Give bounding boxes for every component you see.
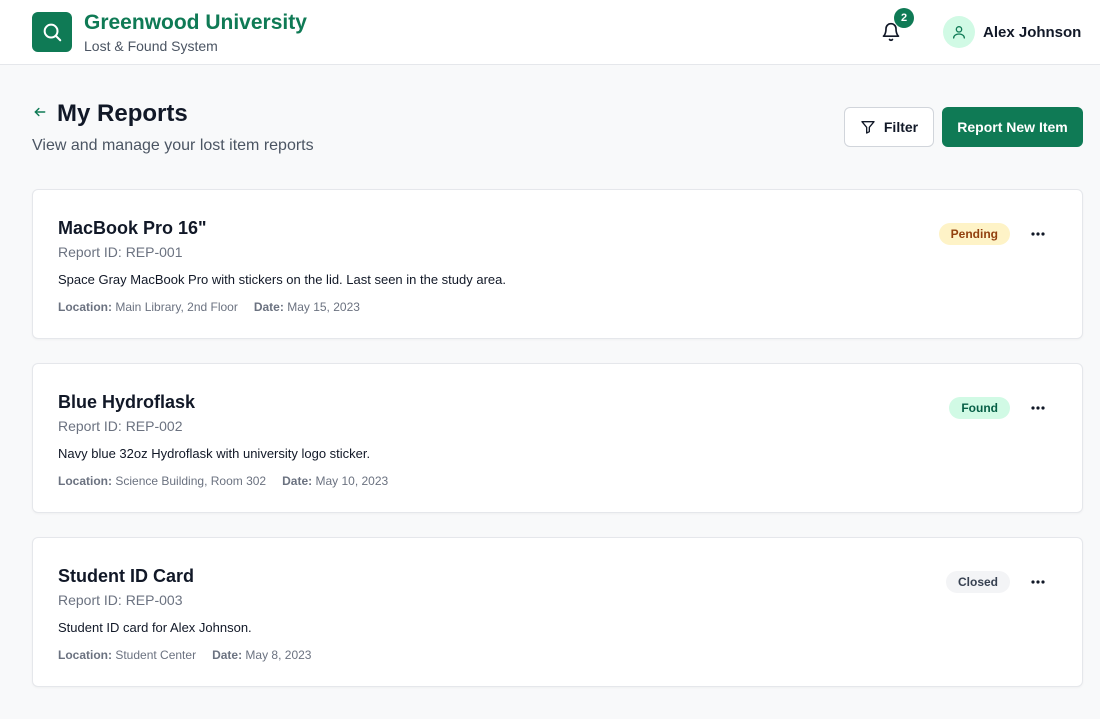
back-button[interactable] <box>32 104 48 120</box>
report-description: Space Gray MacBook Pro with stickers on … <box>58 272 506 287</box>
date-label: Date: <box>282 474 313 488</box>
app-header: Greenwood University Lost & Found System… <box>0 0 1100 65</box>
search-icon <box>43 23 62 42</box>
location-value: Student Center <box>115 648 197 662</box>
report-location: Location: Main Library, 2nd Floor <box>58 300 238 314</box>
user-icon <box>953 26 965 39</box>
report-date: Date: May 8, 2023 <box>212 648 311 662</box>
report-meta: Location: Student Center Date: May 8, 20… <box>58 648 311 662</box>
notification-count-badge: 2 <box>894 8 914 28</box>
report-description: Student ID card for Alex Johnson. <box>58 620 252 635</box>
report-card[interactable]: Student ID Card Report ID: REP-003 Stude… <box>32 537 1083 687</box>
more-options-button[interactable] <box>1030 400 1046 416</box>
report-id: Report ID: REP-003 <box>58 592 183 608</box>
status-badge: Pending <box>938 223 1010 245</box>
status-badge: Closed <box>945 571 1010 593</box>
report-description: Navy blue 32oz Hydroflask with universit… <box>58 446 371 461</box>
location-value: Main Library, 2nd Floor <box>115 300 238 314</box>
date-value: May 10, 2023 <box>315 474 389 488</box>
location-label: Location: <box>58 648 112 662</box>
report-id: Report ID: REP-002 <box>58 418 183 434</box>
report-meta: Location: Science Building, Room 302 Dat… <box>58 474 388 488</box>
location-value: Science Building, Room 302 <box>115 474 267 488</box>
report-title: Student ID Card <box>58 566 195 586</box>
report-new-item-button[interactable]: Report New Item <box>942 107 1083 147</box>
more-options-button[interactable] <box>1030 226 1046 242</box>
page-title: My Reports <box>57 100 188 127</box>
more-horizontal-icon <box>1031 406 1045 410</box>
report-card[interactable]: MacBook Pro 16" Report ID: REP-001 Space… <box>32 189 1083 339</box>
location-label: Location: <box>58 474 112 488</box>
report-date: Date: May 15, 2023 <box>254 300 360 314</box>
more-options-button[interactable] <box>1030 574 1046 590</box>
date-value: May 8, 2023 <box>245 648 312 662</box>
report-title: Blue Hydroflask <box>58 392 196 412</box>
more-horizontal-icon <box>1031 232 1045 236</box>
user-name[interactable]: Alex Johnson <box>983 24 1081 41</box>
date-value: May 15, 2023 <box>287 300 360 314</box>
date-label: Date: <box>212 648 243 662</box>
date-label: Date: <box>253 300 284 314</box>
status-badge: Found <box>949 397 1010 419</box>
report-card[interactable]: Blue Hydroflask Report ID: REP-002 Navy … <box>32 363 1083 513</box>
avatar[interactable] <box>943 16 975 48</box>
filter-button-label: Filter <box>883 119 919 135</box>
page-subtitle: View and manage your lost item reports <box>32 137 314 154</box>
more-horizontal-icon <box>1031 580 1045 584</box>
report-id: Report ID: REP-001 <box>58 244 183 260</box>
report-title: MacBook Pro 16" <box>58 218 207 238</box>
brand-subtitle: Lost & Found System <box>84 38 218 54</box>
report-location: Location: Student Center <box>58 648 196 662</box>
report-date: Date: May 10, 2023 <box>282 474 388 488</box>
brand-title: Greenwood University <box>84 11 307 34</box>
filter-icon <box>861 121 875 134</box>
report-location: Location: Science Building, Room 302 <box>58 474 266 488</box>
logo[interactable] <box>32 12 72 52</box>
filter-button[interactable]: Filter <box>844 107 934 147</box>
report-meta: Location: Main Library, 2nd Floor Date: … <box>58 300 360 314</box>
arrow-left-icon <box>34 107 46 117</box>
location-label: Location: <box>58 300 112 314</box>
